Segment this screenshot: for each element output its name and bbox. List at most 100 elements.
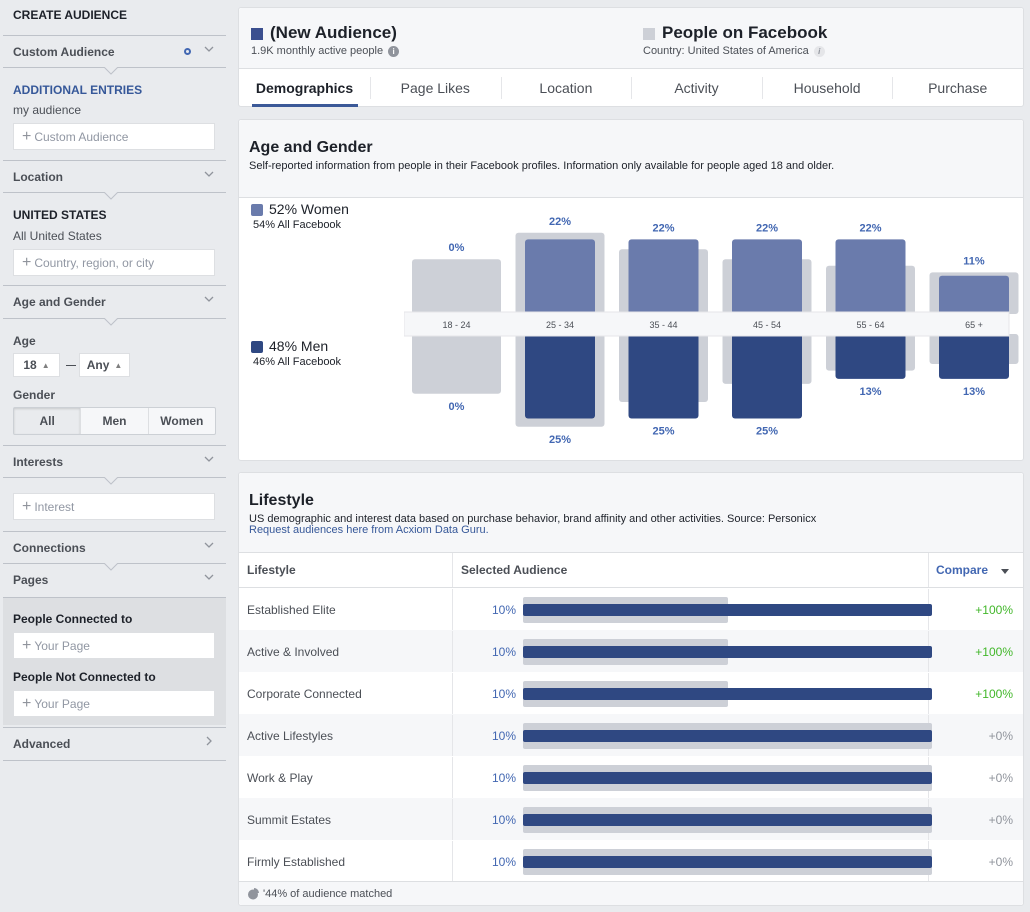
lifestyle-header: Lifestyle US demographic and interest da…: [239, 473, 1023, 553]
chevron-down-icon[interactable]: [204, 454, 214, 464]
lifestyle-title: Lifestyle: [249, 492, 314, 509]
custom-audience-header[interactable]: Custom Audience: [3, 36, 226, 68]
connected-page-input[interactable]: + Your Page: [13, 632, 215, 659]
age-max-select[interactable]: Any ▲︎: [79, 353, 130, 377]
compare-value: +0%: [928, 715, 1023, 756]
lifestyle-name: Work & Play: [247, 770, 313, 785]
audience-summary: (New Audience) 1.9K monthly active peopl…: [239, 8, 1023, 69]
connections-header[interactable]: Connections: [3, 532, 226, 564]
tab-activity[interactable]: Activity: [631, 69, 762, 107]
connections-section[interactable]: Connections: [3, 531, 226, 564]
tab-page-likes[interactable]: Page Likes: [370, 69, 501, 107]
bar-track: [523, 807, 933, 833]
interest-input[interactable]: + Interest: [13, 493, 215, 520]
selected-percent: 10%: [491, 602, 516, 617]
women-value-label: 0%: [449, 242, 465, 254]
location-input[interactable]: + Country, region, or city: [13, 249, 215, 276]
chevron-down-icon[interactable]: [204, 44, 214, 54]
info-icon[interactable]: i: [388, 45, 400, 57]
gender-all-button[interactable]: All: [14, 408, 82, 434]
comparison-subtitle: Country: United States of America i: [643, 45, 825, 57]
compare-value: +0%: [928, 799, 1023, 840]
women-all-facebook: 54% All Facebook: [253, 219, 342, 231]
men-color-swatch: [251, 341, 263, 353]
compare-label: Compare: [936, 563, 989, 577]
women-bar: [939, 275, 1009, 314]
advanced-header[interactable]: Advanced: [3, 728, 226, 760]
chevron-down-icon[interactable]: [204, 169, 214, 179]
info-icon[interactable]: i: [813, 45, 825, 57]
country-text: Country: United States of America: [643, 45, 809, 57]
age-gender-header: Age and Gender Self-reported information…: [239, 120, 1023, 198]
table-row[interactable]: Work & Play 10% +0%: [239, 756, 1023, 798]
selected-percent: 10%: [491, 770, 516, 785]
custom-audience-placeholder: Custom Audience: [34, 129, 129, 144]
men-bar: [835, 334, 906, 379]
pie-chart-icon: [248, 887, 259, 899]
custom-audience-section[interactable]: Custom Audience: [3, 35, 226, 68]
advanced-section[interactable]: Advanced: [3, 727, 226, 761]
table-row[interactable]: Established Elite 10% +100%: [239, 588, 1023, 630]
acxiom-link[interactable]: Request audiences here from Acxiom Data …: [249, 525, 1013, 536]
interests-header[interactable]: Interests: [3, 446, 226, 478]
table-row[interactable]: Firmly Established 10% +0%: [239, 840, 1023, 882]
age-range-dash: [66, 365, 76, 366]
location-section[interactable]: Location: [3, 160, 226, 193]
section-notch-icon: [104, 67, 118, 75]
tab-purchase[interactable]: Purchase: [892, 69, 1023, 107]
table-row[interactable]: Active Lifestyles 10% +0%: [239, 714, 1023, 756]
column-selected-audience[interactable]: Selected Audience: [452, 553, 928, 587]
lifestyle-name: Firmly Established: [247, 854, 346, 869]
gender-men-button[interactable]: Men: [81, 408, 149, 434]
women-value-label: 22%: [652, 222, 674, 234]
age-gender-section[interactable]: Age and Gender: [3, 285, 226, 318]
table-row[interactable]: Corporate Connected 10% +100%: [239, 672, 1023, 714]
section-notch-icon: [104, 563, 118, 571]
age-min-select[interactable]: 18 ▲︎: [13, 353, 60, 377]
age-gender-description: Self-reported information from people in…: [249, 160, 835, 172]
tab-demographics[interactable]: Demographics: [239, 69, 370, 107]
not-connected-page-placeholder: Your Page: [34, 696, 90, 711]
men-bar: [628, 334, 699, 419]
men-all-facebook-bar: [412, 334, 501, 394]
section-notch-icon: [104, 318, 118, 326]
lifestyle-name: Summit Estates: [247, 812, 332, 827]
chevron-right-icon[interactable]: [204, 736, 214, 746]
gender-women-button[interactable]: Women: [149, 408, 215, 434]
section-notch-icon: [104, 477, 118, 485]
table-row[interactable]: Active & Involved 10% +100%: [239, 630, 1023, 672]
interests-header-label: Interests: [13, 455, 64, 469]
selected-percent: 10%: [491, 812, 516, 827]
tab-household[interactable]: Household: [761, 69, 893, 107]
not-connected-page-input[interactable]: + Your Page: [13, 690, 215, 717]
location-header[interactable]: Location: [3, 161, 226, 193]
comparison-title: People on Facebook: [662, 23, 828, 42]
women-value-label: 22%: [756, 222, 778, 234]
compare-value: +0%: [928, 841, 1023, 882]
comparison-color-swatch: [643, 28, 655, 40]
chevron-down-icon[interactable]: [204, 294, 214, 304]
bar-track: [523, 681, 933, 707]
interests-section[interactable]: Interests: [3, 445, 226, 478]
age-gender-header[interactable]: Age and Gender: [3, 286, 226, 318]
sidebar: CREATE AUDIENCE Custom Audience ADDITION…: [0, 0, 228, 912]
stepper-arrows-icon: ▲︎: [41, 360, 50, 370]
table-row[interactable]: Summit Estates 10% +0%: [239, 798, 1023, 840]
lifestyle-name: Active Lifestyles: [247, 728, 334, 743]
country-label: UNITED STATES: [13, 208, 107, 222]
gender-toggle: All Men Women: [13, 407, 216, 435]
men-value-label: 25%: [652, 426, 674, 438]
chevron-down-icon[interactable]: [204, 540, 214, 550]
selected-audience-cell: 10%: [452, 757, 932, 798]
tab-location[interactable]: Location: [500, 69, 632, 107]
compare-dropdown[interactable]: Compare: [928, 553, 1023, 587]
men-value-label: 25%: [549, 434, 571, 446]
lifestyle-name: Corporate Connected: [247, 686, 362, 701]
chevron-down-icon[interactable]: [204, 572, 214, 582]
lifestyle-rows: Established Elite 10% +100% Active & Involv…: [239, 588, 1023, 882]
column-lifestyle[interactable]: Lifestyle: [239, 553, 452, 587]
selected-bar: [523, 646, 932, 658]
plus-icon: +: [22, 636, 32, 654]
women-value-label: 22%: [859, 222, 881, 234]
custom-audience-input[interactable]: + Custom Audience: [13, 123, 215, 150]
